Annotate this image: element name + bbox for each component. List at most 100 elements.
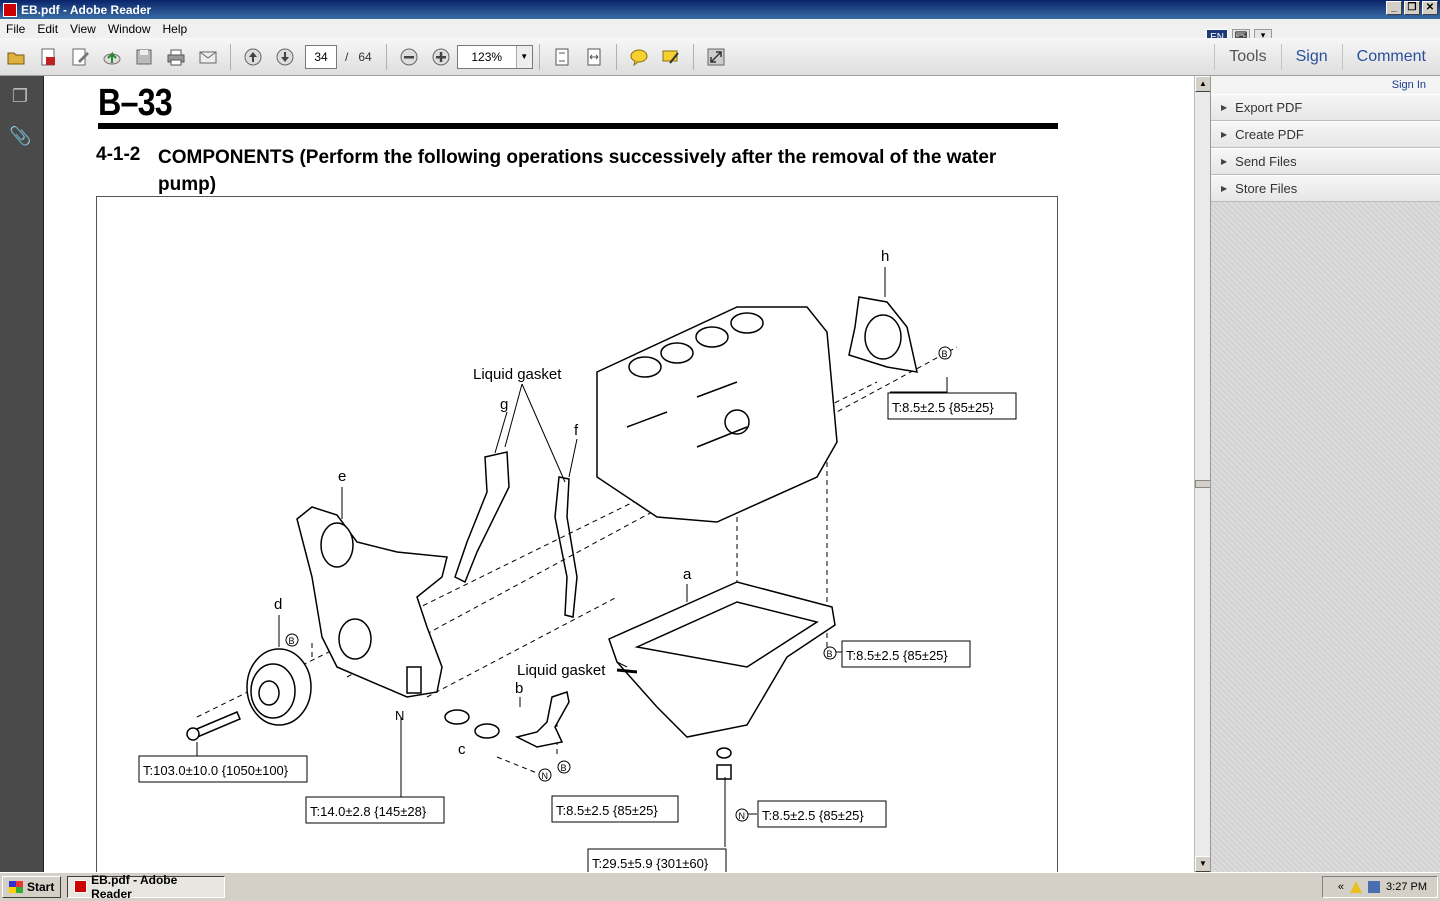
document-view[interactable]: B–33 4-1-2 COMPONENTS (Perform the follo… [44, 76, 1194, 872]
scroll-thumb[interactable] [1195, 480, 1211, 488]
menu-window[interactable]: Window [102, 22, 157, 36]
scroll-up-icon[interactable]: ▲ [1195, 76, 1211, 92]
menu-view[interactable]: View [64, 22, 102, 36]
adobe-reader-icon [74, 880, 88, 893]
edit-icon [72, 48, 89, 65]
label-c: c [458, 741, 466, 758]
fit-page-icon [555, 48, 569, 65]
fit-page-button[interactable] [549, 44, 575, 70]
network-icon[interactable] [1368, 881, 1381, 893]
minimize-button[interactable]: _ [1386, 1, 1402, 15]
restore-button[interactable]: ❐ [1404, 1, 1420, 15]
scroll-down-icon[interactable]: ▼ [1195, 856, 1211, 872]
vertical-scrollbar[interactable]: ▲ ▼ [1194, 76, 1211, 872]
chevron-down-icon[interactable]: ▼ [515, 45, 532, 68]
adobe-reader-icon [3, 2, 17, 17]
torque-drain-n: T:8.5±2.5 {85±25} [762, 808, 864, 823]
marker-b-strainer: B [557, 760, 571, 774]
menu-help[interactable]: Help [157, 22, 194, 36]
printer-icon [167, 49, 185, 65]
crankshaft-pulley-d [186, 648, 312, 741]
menu-file[interactable]: File [0, 22, 31, 36]
fullscreen-button[interactable] [703, 44, 729, 70]
expand-icon [707, 48, 725, 65]
open-file-button[interactable] [3, 44, 29, 70]
print-button[interactable] [163, 44, 189, 70]
plus-icon [432, 48, 450, 65]
system-tray: « 3:27 PM [1322, 876, 1438, 898]
save-button[interactable] [131, 44, 157, 70]
highlight-button[interactable] [658, 44, 684, 70]
label-n: N [395, 708, 404, 723]
windows-flag-icon [9, 880, 23, 893]
marker-b-pulley: B [285, 633, 299, 647]
comment-button[interactable] [626, 44, 652, 70]
marker-n-drain: N [735, 808, 749, 822]
marker-b-h: B [938, 346, 952, 360]
svg-text:B: B [827, 649, 833, 659]
label-d: d [274, 596, 282, 613]
zoom-select[interactable]: 123% ▼ [456, 44, 533, 69]
svg-text:N: N [542, 771, 549, 781]
torque-h: T:8.5±2.5 {85±25} [892, 400, 994, 415]
torque-oil-pan: T:8.5±2.5 {85±25} [846, 648, 948, 663]
email-button[interactable] [195, 44, 221, 70]
speech-bubble-icon [630, 49, 648, 66]
create-pdf-button[interactable] [35, 44, 61, 70]
send-files-item[interactable]: ▶ Send Files [1211, 148, 1440, 175]
zoom-value: 123% [471, 49, 503, 64]
torque-strainer: T:8.5±2.5 {85±25} [556, 803, 658, 818]
save-icon [136, 49, 152, 64]
svg-text:N: N [739, 811, 746, 821]
rear-oil-seal-h [848, 296, 918, 373]
marker-b-oilpan: B [823, 646, 837, 660]
page-label: B–33 [98, 82, 173, 124]
edit-button[interactable] [67, 44, 93, 70]
front-cover-e [296, 506, 448, 698]
tray-expand-icon[interactable]: « [1338, 881, 1344, 893]
store-files-item[interactable]: ▶ Store Files [1211, 175, 1440, 202]
pages-icon[interactable]: ❐ [9, 86, 31, 108]
label-f: f [574, 422, 579, 439]
tab-comment[interactable]: Comment [1341, 44, 1440, 70]
zoom-out-button[interactable] [396, 44, 422, 70]
page-number-input[interactable]: 34 [305, 44, 337, 69]
fit-width-button[interactable] [581, 44, 607, 70]
previous-page-button[interactable] [240, 44, 266, 70]
toolbar: 34 / 64 123% ▼ Tools Sign Comment [0, 38, 1440, 76]
highlighter-icon [662, 50, 679, 64]
export-pdf-item[interactable]: ▶ Export PDF [1211, 94, 1440, 121]
marker-n-strainer: N [538, 768, 552, 782]
strainer-b [514, 691, 570, 748]
minus-icon [400, 48, 418, 65]
upload-button[interactable] [99, 44, 125, 70]
svg-text:B: B [561, 763, 567, 773]
menu-bar: File Edit View Window Help EN ⌨ ▾ ✕ [0, 19, 1440, 54]
next-page-button[interactable] [272, 44, 298, 70]
tab-tools[interactable]: Tools [1214, 44, 1280, 70]
drain-plug [716, 747, 732, 780]
svg-text:B: B [289, 636, 295, 646]
arrow-up-icon [244, 48, 262, 65]
pdf-page: B–33 4-1-2 COMPONENTS (Perform the follo… [96, 76, 1066, 872]
torque-drain-plug: T:29.5±5.9 {301±60} [592, 856, 709, 871]
create-pdf-item[interactable]: ▶ Create PDF [1211, 121, 1440, 148]
taskbar: Start EB.pdf - Adobe Reader « 3:27 PM [0, 872, 1440, 901]
page-total: / 64 [345, 49, 372, 64]
warning-icon[interactable] [1350, 881, 1363, 893]
sign-in-link[interactable]: Sign In [1211, 76, 1440, 94]
tab-sign[interactable]: Sign [1280, 44, 1342, 70]
label-liquid-gasket-top: Liquid gasket [473, 366, 562, 383]
torque-cover: T:14.0±2.8 {145±28} [310, 804, 427, 819]
taskbar-item-adobe-reader[interactable]: EB.pdf - Adobe Reader [67, 873, 226, 901]
start-button[interactable]: Start [2, 875, 62, 898]
label-a: a [683, 566, 692, 583]
gasket-g [454, 451, 510, 584]
triangle-right-icon: ▶ [1221, 184, 1228, 193]
zoom-in-button[interactable] [428, 44, 454, 70]
attachment-icon[interactable]: 📎 [9, 126, 31, 148]
arrow-down-icon [276, 48, 294, 65]
label-liquid-gasket-bottom: Liquid gasket [517, 662, 606, 679]
close-button[interactable]: ✕ [1422, 1, 1438, 15]
menu-edit[interactable]: Edit [31, 22, 64, 36]
